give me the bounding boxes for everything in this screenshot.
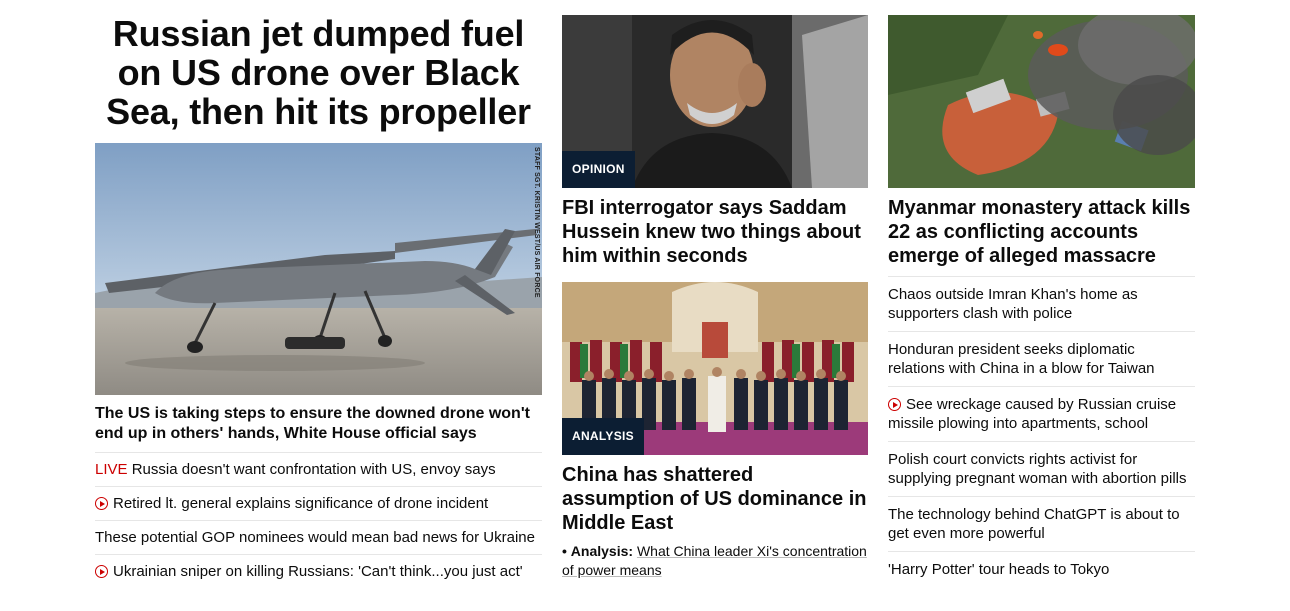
- image-credit: STAFF SGT. KRISTIN WEST/US AIR FORCE: [533, 147, 540, 298]
- list-item-text[interactable]: See wreckage caused by Russian cruise mi…: [888, 396, 1176, 432]
- lead-subhead[interactable]: The US is taking steps to ensure the dow…: [95, 404, 542, 444]
- lead-headline-link[interactable]: Russian jet dumped fuel on US drone over…: [106, 13, 531, 132]
- drone-image[interactable]: STAFF SGT. KRISTIN WEST/US AIR FORCE: [95, 143, 542, 395]
- play-icon: [95, 565, 108, 578]
- list-item[interactable]: 'Harry Potter' tour heads to Tokyo: [888, 551, 1195, 587]
- live-label: LIVE: [95, 461, 128, 478]
- analysis-related: • Analysis: What China leader Xi's conce…: [562, 542, 868, 580]
- list-item[interactable]: Polish court convicts rights activist fo…: [888, 441, 1195, 496]
- list-item-text[interactable]: Honduran president seeks diplomatic rela…: [888, 341, 1155, 377]
- lead-column: Russian jet dumped fuel on US drone over…: [95, 0, 542, 588]
- lead-related-list: LIVE Russia doesn't want confrontation w…: [95, 452, 542, 588]
- list-item[interactable]: Retired lt. general explains significanc…: [95, 486, 542, 520]
- myanmar-headline[interactable]: Myanmar monastery attack kills 22 as con…: [888, 196, 1195, 268]
- china-headline[interactable]: China has shattered assumption of US dom…: [562, 463, 868, 535]
- list-item-text[interactable]: Ukrainian sniper on killing Russians: 'C…: [113, 563, 523, 580]
- play-icon: [95, 497, 108, 510]
- list-item-text[interactable]: Retired lt. general explains significanc…: [113, 495, 488, 512]
- right-column: Myanmar monastery attack kills 22 as con…: [888, 0, 1195, 587]
- play-icon: [888, 398, 901, 411]
- list-item[interactable]: Honduran president seeks diplomatic rela…: [888, 331, 1195, 386]
- analysis-badge: ANALYSIS: [562, 418, 644, 455]
- list-item[interactable]: These potential GOP nominees would mean …: [95, 520, 542, 554]
- list-item[interactable]: See wreckage caused by Russian cruise mi…: [888, 386, 1195, 441]
- bullet: •: [562, 543, 567, 559]
- list-item[interactable]: LIVE Russia doesn't want confrontation w…: [95, 452, 542, 486]
- analysis-label: Analysis:: [570, 543, 634, 559]
- list-item[interactable]: The technology behind ChatGPT is about t…: [888, 496, 1195, 551]
- list-item-text[interactable]: These potential GOP nominees would mean …: [95, 529, 535, 546]
- myanmar-aerial-photo: [888, 15, 1195, 188]
- list-item-text[interactable]: The technology behind ChatGPT is about t…: [888, 506, 1180, 542]
- lead-headline[interactable]: Russian jet dumped fuel on US drone over…: [95, 14, 542, 131]
- middle-column: OPINION FBI interrogator says Saddam Hus…: [562, 0, 868, 580]
- list-item-text[interactable]: Polish court convicts rights activist fo…: [888, 451, 1187, 487]
- china-summit-image[interactable]: ANALYSIS: [562, 282, 868, 455]
- opinion-badge: OPINION: [562, 151, 635, 188]
- drone-photo: [95, 143, 542, 395]
- list-item-text[interactable]: Chaos outside Imran Khan's home as suppo…: [888, 286, 1138, 322]
- saddam-image[interactable]: OPINION: [562, 15, 868, 188]
- list-item-text[interactable]: 'Harry Potter' tour heads to Tokyo: [888, 561, 1109, 578]
- right-related-list: Chaos outside Imran Khan's home as suppo…: [888, 276, 1195, 587]
- list-item[interactable]: Chaos outside Imran Khan's home as suppo…: [888, 276, 1195, 331]
- list-item[interactable]: Ukrainian sniper on killing Russians: 'C…: [95, 554, 542, 588]
- saddam-headline[interactable]: FBI interrogator says Saddam Hussein kne…: [562, 196, 868, 268]
- list-item-text[interactable]: Russia doesn't want confrontation with U…: [132, 461, 496, 478]
- myanmar-image[interactable]: [888, 15, 1195, 188]
